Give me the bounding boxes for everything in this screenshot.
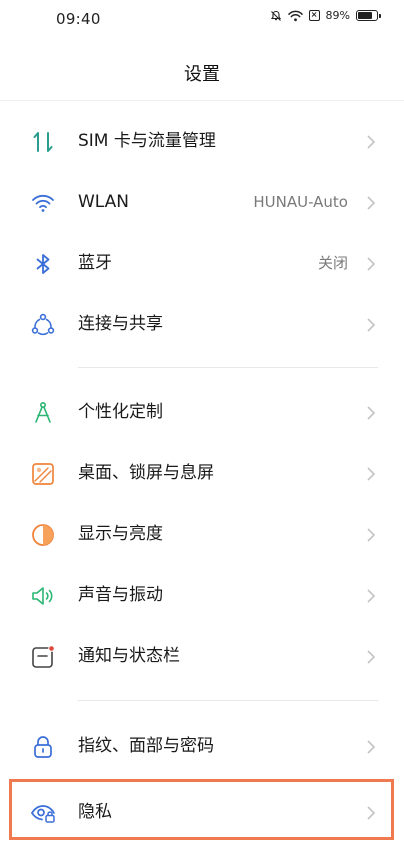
- sim-absent-icon: ×: [308, 10, 320, 21]
- chevron-right-icon: [367, 318, 376, 332]
- settings-item-value: HUNAU-Auto: [253, 193, 348, 211]
- mute-bell-icon: [270, 10, 281, 21]
- chevron-right-icon: [367, 257, 376, 271]
- page-title: 设置: [184, 64, 220, 85]
- wallpaper-icon: [32, 463, 54, 485]
- settings-item-personalization[interactable]: 个性化定制: [0, 382, 404, 443]
- settings-item-label: 桌面、锁屏与息屏: [78, 463, 214, 483]
- battery-icon: [356, 10, 381, 21]
- settings-item-label: 显示与亮度: [78, 524, 163, 544]
- notification-icon: [32, 645, 55, 668]
- settings-item-sim[interactable]: SIM 卡与流量管理: [0, 111, 404, 172]
- chevron-right-icon: [367, 806, 376, 820]
- battery-percent: 89%: [325, 9, 350, 22]
- speaker-icon: [32, 587, 53, 605]
- settings-item-label: 连接与共享: [78, 314, 163, 334]
- settings-item-display-brightness[interactable]: 显示与亮度: [0, 504, 404, 565]
- chevron-right-icon: [367, 740, 376, 754]
- status-icons: × 89%: [270, 9, 381, 22]
- settings-item-label: 通知与状态栏: [78, 646, 180, 666]
- settings-item-label: 蓝牙: [78, 253, 112, 273]
- chevron-right-icon: [367, 589, 376, 603]
- settings-item-label: SIM 卡与流量管理: [78, 131, 216, 151]
- settings-group-connectivity: SIM 卡与流量管理 WLAN HUNAU-Auto 蓝牙 关闭 连接与共享: [0, 111, 404, 355]
- chevron-right-icon: [367, 196, 376, 210]
- theme-compass-icon: [35, 401, 51, 423]
- settings-item-bluetooth[interactable]: 蓝牙 关闭: [0, 233, 404, 294]
- settings-item-label: 声音与振动: [78, 585, 163, 605]
- settings-item-label: 个性化定制: [78, 402, 163, 422]
- wifi-status-icon: [287, 10, 303, 21]
- group-divider: [78, 700, 378, 701]
- chevron-right-icon: [367, 650, 376, 664]
- settings-item-label: 隐私: [78, 802, 112, 822]
- sim-data-icon: [33, 132, 53, 152]
- display-brightness-icon: [32, 524, 54, 546]
- privacy-eye-icon: [31, 805, 55, 823]
- lock-icon: [34, 736, 52, 758]
- settings-item-wlan[interactable]: WLAN HUNAU-Auto: [0, 172, 404, 233]
- settings-item-wallpaper-lockscreen[interactable]: 桌面、锁屏与息屏: [0, 443, 404, 504]
- share-icon: [31, 313, 55, 336]
- title-bar: 设置: [0, 40, 404, 101]
- settings-item-privacy[interactable]: 隐私: [0, 782, 404, 843]
- settings-item-value: 关闭: [317, 254, 348, 272]
- wifi-icon: [32, 194, 54, 212]
- settings-item-sound-vibration[interactable]: 声音与振动: [0, 565, 404, 626]
- chevron-right-icon: [367, 467, 376, 481]
- chevron-right-icon: [367, 135, 376, 149]
- chevron-right-icon: [367, 406, 376, 420]
- status-bar: 09:40 × 89%: [0, 0, 404, 40]
- settings-item-label: 指纹、面部与密码: [78, 736, 214, 756]
- settings-item-label: WLAN: [78, 192, 130, 212]
- status-time: 09:40: [56, 10, 101, 28]
- settings-group-personalization: 个性化定制 桌面、锁屏与息屏 显示与亮度 声音与振动 通知与状态栏: [0, 382, 404, 687]
- group-divider: [78, 367, 378, 368]
- settings-item-notifications-statusbar[interactable]: 通知与状态栏: [0, 626, 404, 687]
- settings-item-fingerprint-face-password[interactable]: 指纹、面部与密码: [0, 716, 404, 777]
- bluetooth-icon: [36, 254, 50, 274]
- chevron-right-icon: [367, 528, 376, 542]
- settings-item-connection-sharing[interactable]: 连接与共享: [0, 294, 404, 355]
- settings-group-security: 指纹、面部与密码 隐私: [0, 716, 404, 838]
